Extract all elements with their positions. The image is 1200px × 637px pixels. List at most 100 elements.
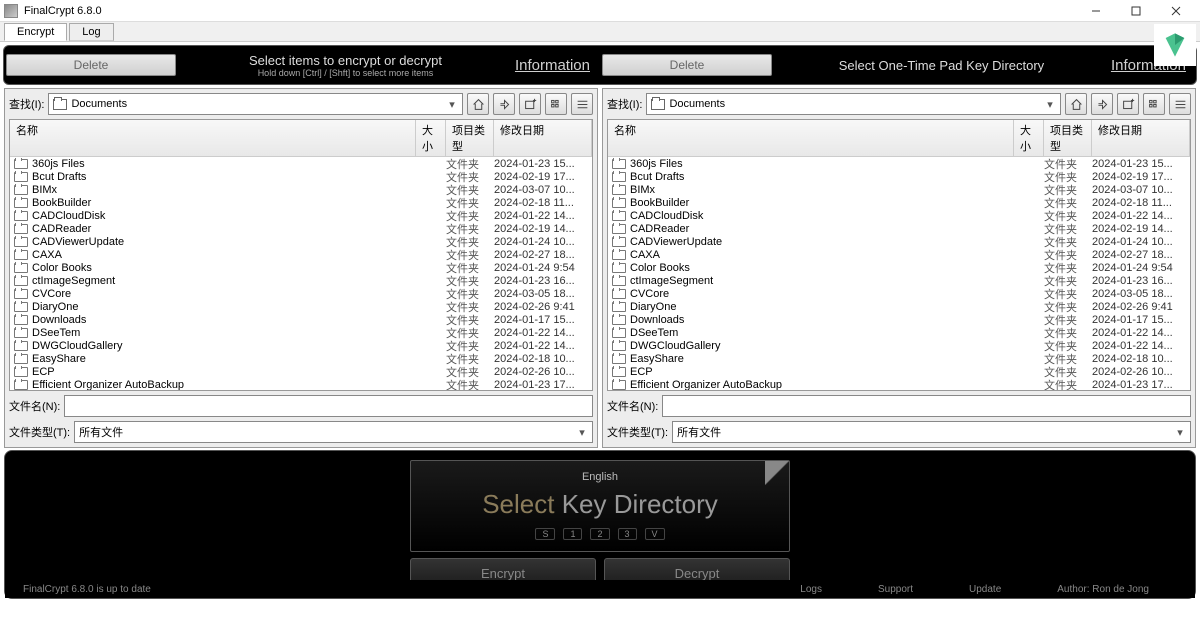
mini-tab-s[interactable]: S <box>535 528 555 540</box>
support-link[interactable]: Support <box>878 584 913 595</box>
filename-input-left[interactable] <box>64 395 593 417</box>
filetype-label: 文件类型(T): <box>607 424 668 440</box>
chevron-down-icon: ▾ <box>574 426 590 439</box>
lookup-combo-right[interactable]: Documents ▾ <box>646 93 1061 115</box>
table-header: 名称 大小 项目类型 修改日期 <box>10 120 592 157</box>
filetype-combo-left[interactable]: 所有文件 ▾ <box>74 421 593 443</box>
table-row[interactable]: ctImageSegment 文件夹 2024-01-23 16... <box>10 274 592 287</box>
chevron-down-icon: ▾ <box>1172 426 1188 439</box>
logs-link[interactable]: Logs <box>800 584 822 595</box>
author-text: Author: Ron de Jong <box>1057 584 1149 595</box>
filetype-combo-right[interactable]: 所有文件 ▾ <box>672 421 1191 443</box>
folder-icon <box>612 380 626 390</box>
folder-icon <box>612 276 626 286</box>
table-row[interactable]: ctImageSegment 文件夹 2024-01-23 16... <box>608 274 1190 287</box>
table-row[interactable]: CADCloudDisk 文件夹 2024-01-22 14... <box>10 209 592 222</box>
folder-icon <box>612 198 626 208</box>
delete-button-right[interactable]: Delete <box>602 54 772 76</box>
table-row[interactable]: 360js Files 文件夹 2024-01-23 15... <box>10 157 592 170</box>
mini-tab-3[interactable]: 3 <box>618 528 637 540</box>
table-row[interactable]: DiaryOne 文件夹 2024-02-26 9:41 <box>10 300 592 313</box>
folder-icon <box>14 354 28 364</box>
close-button[interactable] <box>1156 1 1196 21</box>
table-row[interactable]: BookBuilder 文件夹 2024-02-18 11... <box>10 196 592 209</box>
table-row[interactable]: Downloads 文件夹 2024-01-17 15... <box>608 313 1190 326</box>
table-row[interactable]: 360js Files 文件夹 2024-01-23 15... <box>608 157 1190 170</box>
table-row[interactable]: EasyShare 文件夹 2024-02-18 10... <box>10 352 592 365</box>
table-row[interactable]: Color Books 文件夹 2024-01-24 9:54 <box>10 261 592 274</box>
table-row[interactable]: CADViewerUpdate 文件夹 2024-01-24 10... <box>608 235 1190 248</box>
language-label[interactable]: English <box>582 471 618 483</box>
select-key-directory-text: Select Key Directory <box>482 489 718 520</box>
up-button-left[interactable] <box>493 93 515 115</box>
tab-log[interactable]: Log <box>69 23 113 41</box>
minimize-button[interactable] <box>1076 1 1116 21</box>
app-icon <box>4 4 18 18</box>
lookup-label: 查找(I): <box>607 96 642 112</box>
newfolder-button-left[interactable] <box>519 93 541 115</box>
update-link[interactable]: Update <box>969 584 1001 595</box>
left-sub: Hold down [Ctrl] / [Shft] to select more… <box>182 68 509 78</box>
file-table-right[interactable]: 名称 大小 项目类型 修改日期 360js Files 文件夹 2024-01-… <box>607 119 1191 391</box>
list-view-button-left[interactable] <box>545 93 567 115</box>
folder-icon <box>612 367 626 377</box>
table-row[interactable]: Downloads 文件夹 2024-01-17 15... <box>10 313 592 326</box>
table-row[interactable]: DSeeTem 文件夹 2024-01-22 14... <box>10 326 592 339</box>
table-row[interactable]: DWGCloudGallery 文件夹 2024-01-22 14... <box>608 339 1190 352</box>
table-row[interactable]: CADReader 文件夹 2024-02-19 14... <box>10 222 592 235</box>
folder-icon <box>612 224 626 234</box>
table-row[interactable]: Color Books 文件夹 2024-01-24 9:54 <box>608 261 1190 274</box>
folder-icon <box>14 237 28 247</box>
detail-view-button-right[interactable] <box>1169 93 1191 115</box>
home-button-left[interactable] <box>467 93 489 115</box>
table-row[interactable]: DiaryOne 文件夹 2024-02-26 9:41 <box>608 300 1190 313</box>
table-row[interactable]: ECP 文件夹 2024-02-26 10... <box>608 365 1190 378</box>
filename-input-right[interactable] <box>662 395 1191 417</box>
information-link-left[interactable]: Information <box>515 57 590 74</box>
bottom-panel: English Select Key Directory S 1 2 3 V E… <box>4 450 1196 599</box>
table-row[interactable]: Bcut Drafts 文件夹 2024-02-19 17... <box>608 170 1190 183</box>
folder-icon <box>14 341 28 351</box>
left-banner: Delete Select items to encrypt or decryp… <box>6 48 598 82</box>
table-row[interactable]: CADReader 文件夹 2024-02-19 14... <box>608 222 1190 235</box>
delete-button-left[interactable]: Delete <box>6 54 176 76</box>
table-header: 名称 大小 项目类型 修改日期 <box>608 120 1190 157</box>
table-row[interactable]: CADViewerUpdate 文件夹 2024-01-24 10... <box>10 235 592 248</box>
home-button-right[interactable] <box>1065 93 1087 115</box>
table-row[interactable]: CVCore 文件夹 2024-03-05 18... <box>10 287 592 300</box>
mini-tab-v[interactable]: V <box>645 528 665 540</box>
table-row[interactable]: CAXA 文件夹 2024-02-27 18... <box>10 248 592 261</box>
folder-icon <box>14 315 28 325</box>
table-row[interactable]: DSeeTem 文件夹 2024-01-22 14... <box>608 326 1190 339</box>
folder-icon <box>14 211 28 221</box>
up-button-right[interactable] <box>1091 93 1113 115</box>
table-row[interactable]: DWGCloudGallery 文件夹 2024-01-22 14... <box>10 339 592 352</box>
table-row[interactable]: ECP 文件夹 2024-02-26 10... <box>10 365 592 378</box>
folder-icon <box>14 289 28 299</box>
table-row[interactable]: CAXA 文件夹 2024-02-27 18... <box>608 248 1190 261</box>
table-row[interactable]: Bcut Drafts 文件夹 2024-02-19 17... <box>10 170 592 183</box>
mini-tab-1[interactable]: 1 <box>563 528 582 540</box>
folder-icon <box>14 185 28 195</box>
folder-icon <box>612 328 626 338</box>
table-row[interactable]: CVCore 文件夹 2024-03-05 18... <box>608 287 1190 300</box>
table-row[interactable]: CADCloudDisk 文件夹 2024-01-22 14... <box>608 209 1190 222</box>
table-row[interactable]: Efficient Organizer AutoBackup 文件夹 2024-… <box>10 378 592 391</box>
table-row[interactable]: BIMx 文件夹 2024-03-07 10... <box>10 183 592 196</box>
table-row[interactable]: Efficient Organizer AutoBackup 文件夹 2024-… <box>608 378 1190 391</box>
file-table-left[interactable]: 名称 大小 项目类型 修改日期 360js Files 文件夹 2024-01-… <box>9 119 593 391</box>
tab-encrypt[interactable]: Encrypt <box>4 23 67 41</box>
folder-icon <box>14 263 28 273</box>
list-view-button-right[interactable] <box>1143 93 1165 115</box>
folder-icon <box>612 354 626 364</box>
mini-tab-2[interactable]: 2 <box>590 528 609 540</box>
table-row[interactable]: EasyShare 文件夹 2024-02-18 10... <box>608 352 1190 365</box>
statusbar: FinalCrypt 6.8.0 is up to date Logs Supp… <box>5 580 1195 598</box>
window-title: FinalCrypt 6.8.0 <box>24 5 1076 17</box>
table-row[interactable]: BIMx 文件夹 2024-03-07 10... <box>608 183 1190 196</box>
lookup-combo-left[interactable]: Documents ▾ <box>48 93 463 115</box>
newfolder-button-right[interactable] <box>1117 93 1139 115</box>
table-row[interactable]: BookBuilder 文件夹 2024-02-18 11... <box>608 196 1190 209</box>
detail-view-button-left[interactable] <box>571 93 593 115</box>
maximize-button[interactable] <box>1116 1 1156 21</box>
